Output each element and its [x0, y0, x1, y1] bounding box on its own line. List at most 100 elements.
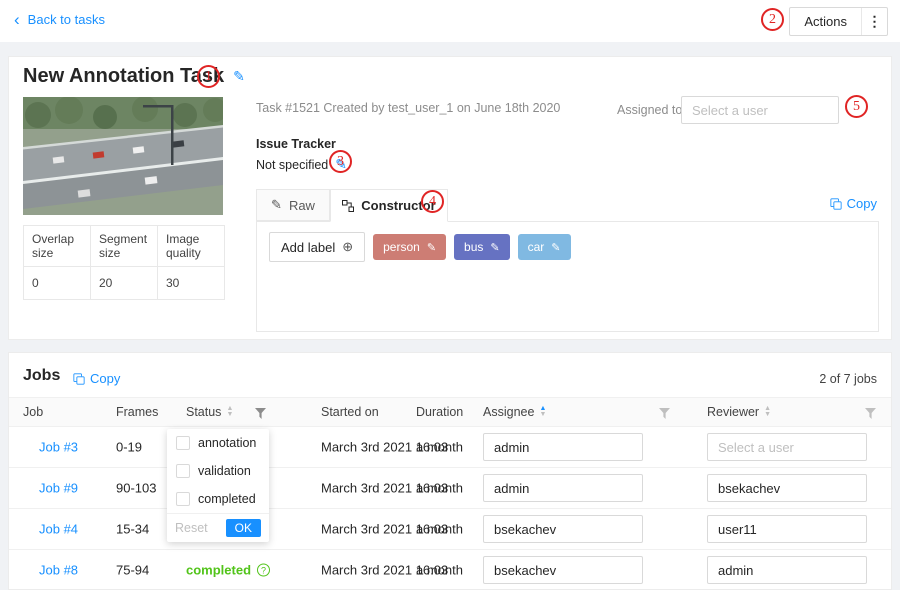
- assignee-input[interactable]: [483, 515, 643, 543]
- status-cell: completed ?: [186, 563, 270, 578]
- edit-label-icon[interactable]: ✎: [551, 241, 560, 254]
- task-details-card: New Annotation Task ✎: [8, 56, 892, 340]
- copy-icon: [73, 373, 85, 385]
- copy-jobs-link[interactable]: Copy: [73, 371, 120, 386]
- sort-icon[interactable]: ▲▼: [539, 406, 546, 418]
- checkbox[interactable]: [176, 464, 190, 478]
- param-header-segment: Segment size: [91, 226, 158, 267]
- job-link[interactable]: Job #4: [39, 522, 78, 537]
- filter-ok-button[interactable]: OK: [226, 519, 261, 537]
- column-job: Job: [23, 405, 43, 419]
- task-meta-text: Task #1521 Created by test_user_1 on Jun…: [256, 101, 560, 115]
- assignee-input[interactable]: [483, 556, 643, 584]
- annotation-mark-1: 1: [197, 65, 220, 88]
- duration-cell: a month: [416, 522, 463, 537]
- add-label-text: Add label: [281, 240, 335, 255]
- plus-circle-icon: ⊕: [342, 239, 353, 255]
- edit-label-icon[interactable]: ✎: [490, 241, 499, 254]
- annotation-mark-5: 5: [845, 95, 868, 118]
- params-header-row: Overlap size Segment size Image quality: [24, 226, 225, 267]
- filter-icon-status[interactable]: [255, 408, 266, 419]
- annotation-mark-4: 4: [421, 190, 444, 213]
- frames-cell: 90-103: [116, 481, 156, 496]
- filter-icon-reviewer[interactable]: [865, 408, 876, 419]
- filter-option-completed[interactable]: completed: [167, 485, 269, 513]
- label-chip-name: car: [528, 240, 545, 254]
- cvat-task-page: ‹ Back to tasks Actions ⋮ New Annotation…: [0, 0, 900, 590]
- duration-cell: a month: [416, 563, 463, 578]
- param-value-overlap: 0: [24, 267, 91, 300]
- labels-constructor-area: Add label ⊕ person ✎ bus ✎ car ✎: [256, 221, 879, 332]
- filter-dropdown-footer: Reset OK: [167, 513, 269, 542]
- job-link[interactable]: Job #9: [39, 481, 78, 496]
- label-chip-bus[interactable]: bus ✎: [454, 234, 510, 260]
- filter-option-label: annotation: [198, 436, 256, 450]
- tab-raw-label: Raw: [289, 198, 315, 213]
- copy-icon: [830, 198, 842, 210]
- reviewer-input[interactable]: [707, 474, 867, 502]
- copy-labels-link[interactable]: Copy: [830, 196, 877, 211]
- job-link[interactable]: Job #3: [39, 440, 78, 455]
- param-header-overlap: Overlap size: [24, 226, 91, 267]
- column-started: Started on: [321, 405, 379, 419]
- jobs-count: 2 of 7 jobs: [819, 372, 877, 386]
- param-value-quality: 30: [158, 267, 225, 300]
- block-icon: [342, 200, 354, 212]
- label-chip-car[interactable]: car ✎: [518, 234, 571, 260]
- reviewer-input[interactable]: [707, 556, 867, 584]
- reviewer-input[interactable]: [707, 433, 867, 461]
- filter-option-label: completed: [198, 492, 256, 506]
- job-link[interactable]: Job #8: [39, 563, 78, 578]
- edit-label-icon[interactable]: ✎: [427, 241, 436, 254]
- sort-icon[interactable]: ▲▼: [764, 406, 771, 418]
- column-duration: Duration: [416, 405, 463, 419]
- checkbox[interactable]: [176, 436, 190, 450]
- add-label-button[interactable]: Add label ⊕: [269, 232, 365, 262]
- duration-cell: a month: [416, 481, 463, 496]
- label-chip-person[interactable]: person ✎: [373, 234, 446, 260]
- task-title: New Annotation Task: [23, 65, 224, 88]
- actions-label: Actions: [790, 14, 861, 29]
- status-filter-dropdown: annotation validation completed Reset OK: [167, 429, 269, 542]
- job-row: Job #4 15-34 March 3rd 2021 16:03 a mont…: [9, 509, 891, 550]
- filter-option-validation[interactable]: validation: [167, 457, 269, 485]
- more-dots-icon[interactable]: ⋮: [861, 8, 887, 35]
- filter-reset-button[interactable]: Reset: [175, 521, 208, 535]
- params-value-row: 0 20 30: [24, 267, 225, 300]
- pencil-icon: ✎: [271, 197, 282, 213]
- frames-cell: 15-34: [116, 522, 149, 537]
- annotation-mark-2: 2: [761, 8, 784, 31]
- column-reviewer[interactable]: Reviewer ▲▼: [707, 405, 771, 419]
- column-assignee[interactable]: Assignee ▲▼: [483, 405, 546, 419]
- tab-raw[interactable]: ✎ Raw: [256, 189, 330, 221]
- back-chevron-icon: ‹: [14, 13, 20, 27]
- jobs-title: Jobs: [23, 367, 60, 385]
- checkbox[interactable]: [176, 492, 190, 506]
- annotation-mark-3: 3: [329, 150, 352, 173]
- assignee-input[interactable]: [483, 433, 643, 461]
- job-row: Job #9 90-103 March 3rd 2021 16:03 a mon…: [9, 468, 891, 509]
- question-circle-icon[interactable]: ?: [257, 564, 270, 577]
- copy-labels-label: Copy: [847, 196, 877, 211]
- assignee-input[interactable]: [483, 474, 643, 502]
- actions-button[interactable]: Actions ⋮: [789, 7, 888, 36]
- column-frames: Frames: [116, 405, 158, 419]
- filter-option-annotation[interactable]: annotation: [167, 429, 269, 457]
- back-to-tasks-link[interactable]: ‹ Back to tasks: [14, 12, 105, 27]
- sort-icon[interactable]: ▲▼: [226, 406, 233, 418]
- param-header-quality: Image quality: [158, 226, 225, 267]
- task-preview-image: [23, 97, 223, 215]
- assignee-select-input[interactable]: [681, 96, 839, 124]
- issue-tracker-label: Issue Tracker: [256, 137, 336, 151]
- task-parameters-table: Overlap size Segment size Image quality …: [23, 225, 225, 300]
- frames-cell: 75-94: [116, 563, 149, 578]
- column-status[interactable]: Status ▲▼: [186, 405, 233, 419]
- jobs-table-header: Job Frames Status ▲▼ Started on Duration…: [9, 397, 891, 427]
- label-chip-name: person: [383, 240, 420, 254]
- edit-title-icon[interactable]: ✎: [233, 68, 245, 85]
- filter-icon-assignee[interactable]: [659, 408, 670, 419]
- reviewer-input[interactable]: [707, 515, 867, 543]
- assigned-to-label: Assigned to: [617, 103, 682, 117]
- job-row: Job #8 75-94 completed ? March 3rd 2021 …: [9, 550, 891, 590]
- jobs-card: Jobs Copy 2 of 7 jobs Job Frames Status …: [8, 352, 892, 590]
